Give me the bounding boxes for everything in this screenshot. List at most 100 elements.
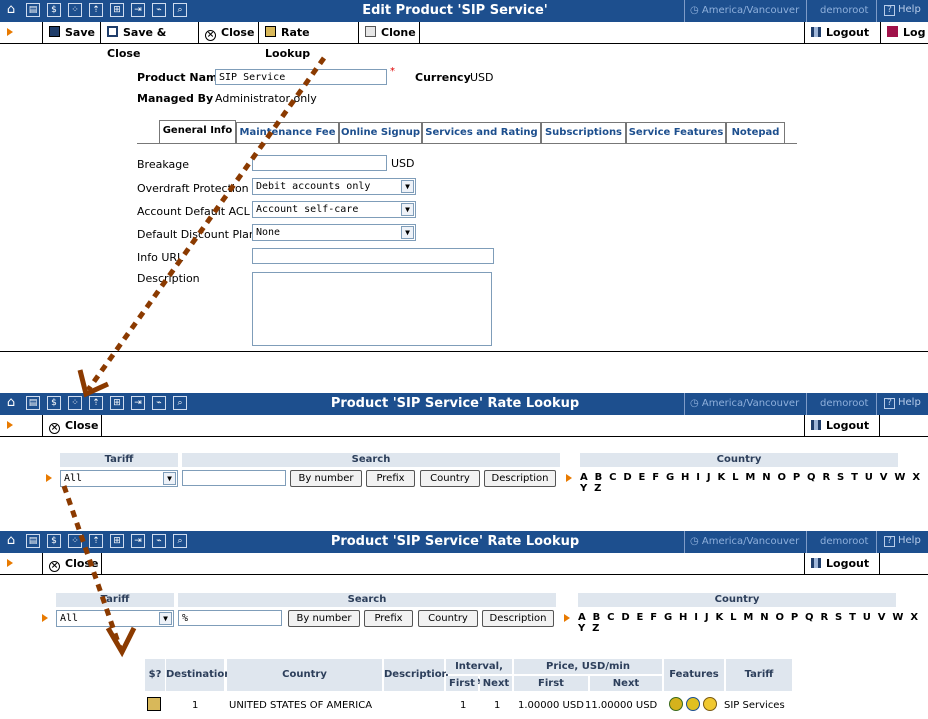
tariff-value: All [64,473,83,484]
prefix-button[interactable]: Prefix [366,470,415,487]
search-icon[interactable]: ⌕ [173,3,187,17]
col-price: Price, USD/min [514,659,662,674]
accounts-icon[interactable]: ▤ [26,396,40,410]
home-icon[interactable]: ⌂ [4,534,18,548]
close-button[interactable]: × Close [42,553,102,575]
upload-icon[interactable]: ⇡ [89,3,103,17]
tab-online-signup[interactable]: Online Signup [339,122,422,143]
help-link[interactable]: ? Help [884,535,921,547]
logout-button[interactable]: Logout [804,553,880,575]
tariff-select[interactable]: All ▼ [56,610,174,627]
help-link[interactable]: ? Help [884,397,921,409]
overdraft-select[interactable]: Debit accounts only ▼ [252,178,416,195]
accounts-icon[interactable]: ▤ [26,534,40,548]
help-icon: ? [884,536,895,547]
close-button[interactable]: × Close [198,22,258,44]
search-input[interactable] [178,610,282,626]
user-link[interactable]: demoroot [820,5,868,16]
discount-plan-value: None [256,227,281,238]
country-letter-index[interactable]: A B C D E F G H I J K L M N O P Q R S T … [580,472,928,494]
tariff-arrow-icon [42,614,48,622]
row-interval-next: 1 [494,700,501,711]
info-url-input[interactable] [252,248,494,264]
tab-service-features[interactable]: Service Features [626,122,726,143]
logout-label: Logout [826,26,870,39]
logout-button[interactable]: Logout [804,415,880,437]
save-close-button[interactable]: Save & Close [100,22,198,60]
timezone-link[interactable]: ◷ America/Vancouver [690,5,799,16]
tariff-select[interactable]: All ▼ [60,470,178,487]
network-icon[interactable]: ⁘ [68,534,82,548]
upload-icon[interactable]: ⇡ [89,534,103,548]
tree-icon[interactable]: ⊞ [110,3,124,17]
search-icon[interactable]: ⌕ [173,396,187,410]
overdraft-value: Debit accounts only [256,181,371,192]
home-icon[interactable]: ⌂ [4,396,18,410]
export-icon[interactable]: ⇥ [131,396,145,410]
save-button[interactable]: Save [42,22,100,44]
log-button[interactable]: Log [880,22,928,44]
country-letter-index[interactable]: A B C D E F G H I J K L M N O P Q R S T … [578,612,928,634]
tab-maintenance-fee[interactable]: Maintenance Fee [236,122,339,143]
country-button[interactable]: Country [418,610,478,627]
product-name-label: Product Name [137,71,225,84]
stats-icon[interactable]: ⌁ [152,3,166,17]
timezone-link[interactable]: ◷ America/Vancouver [690,536,799,547]
tariff-header: Tariff [56,593,174,607]
tree-icon[interactable]: ⊞ [110,534,124,548]
chevron-down-icon: ▼ [163,472,176,485]
stats-icon[interactable]: ⌁ [152,396,166,410]
save-close-icon [107,26,118,37]
description-textarea[interactable] [252,272,492,346]
overdraft-label: Overdraft Protection [137,182,249,195]
by-number-button[interactable]: By number [288,610,360,627]
page-title: Product 'SIP Service' Rate Lookup [330,396,580,411]
help-link[interactable]: ? Help [884,4,921,16]
stats-icon[interactable]: ⌁ [152,534,166,548]
save-icon [49,26,60,37]
logout-icon [811,420,821,430]
breakage-input[interactable] [252,155,387,171]
prefix-button[interactable]: Prefix [364,610,413,627]
rate-lookup-results-window: ⌂ ▤ $ ⁘ ⇡ ⊞ ⇥ ⌁ ⌕ Product 'SIP Service' … [0,531,928,719]
rate-details-icon[interactable] [147,697,161,711]
product-name-input[interactable] [215,69,387,85]
timezone-link[interactable]: ◷ America/Vancouver [690,398,799,409]
logout-icon [811,558,821,568]
network-icon[interactable]: ⁘ [68,396,82,410]
user-link[interactable]: demoroot [820,536,868,547]
discount-plan-select[interactable]: None ▼ [252,224,416,241]
export-icon[interactable]: ⇥ [131,3,145,17]
acl-select[interactable]: Account self-care ▼ [252,201,416,218]
clone-button[interactable]: Clone [358,22,420,44]
divider [806,0,807,22]
logout-button[interactable]: Logout [804,22,880,44]
close-label: Close [65,419,99,432]
tab-notepad[interactable]: Notepad [726,122,785,143]
search-icon[interactable]: ⌕ [173,534,187,548]
divider [806,531,807,553]
billing-icon[interactable]: $ [47,3,61,17]
accounts-icon[interactable]: ▤ [26,3,40,17]
upload-icon[interactable]: ⇡ [89,396,103,410]
billing-icon[interactable]: $ [47,396,61,410]
tab-subscriptions[interactable]: Subscriptions [541,122,626,143]
close-button[interactable]: × Close [42,415,102,437]
export-icon[interactable]: ⇥ [131,534,145,548]
breakage-unit: USD [391,157,415,170]
acl-label: Account Default ACL [137,205,250,218]
tab-general-info[interactable]: General Info [159,120,236,143]
country-button[interactable]: Country [420,470,480,487]
home-icon[interactable]: ⌂ [4,3,18,17]
letters-arrow-icon [564,614,570,622]
user-link[interactable]: demoroot [820,398,868,409]
rate-lookup-button[interactable]: Rate Lookup [258,22,358,60]
tree-icon[interactable]: ⊞ [110,396,124,410]
tab-services-and-rating[interactable]: Services and Rating [422,122,541,143]
description-button[interactable]: Description [484,470,556,487]
network-icon[interactable]: ⁘ [68,3,82,17]
by-number-button[interactable]: By number [290,470,362,487]
billing-icon[interactable]: $ [47,534,61,548]
description-button[interactable]: Description [482,610,554,627]
search-input[interactable] [182,470,286,486]
